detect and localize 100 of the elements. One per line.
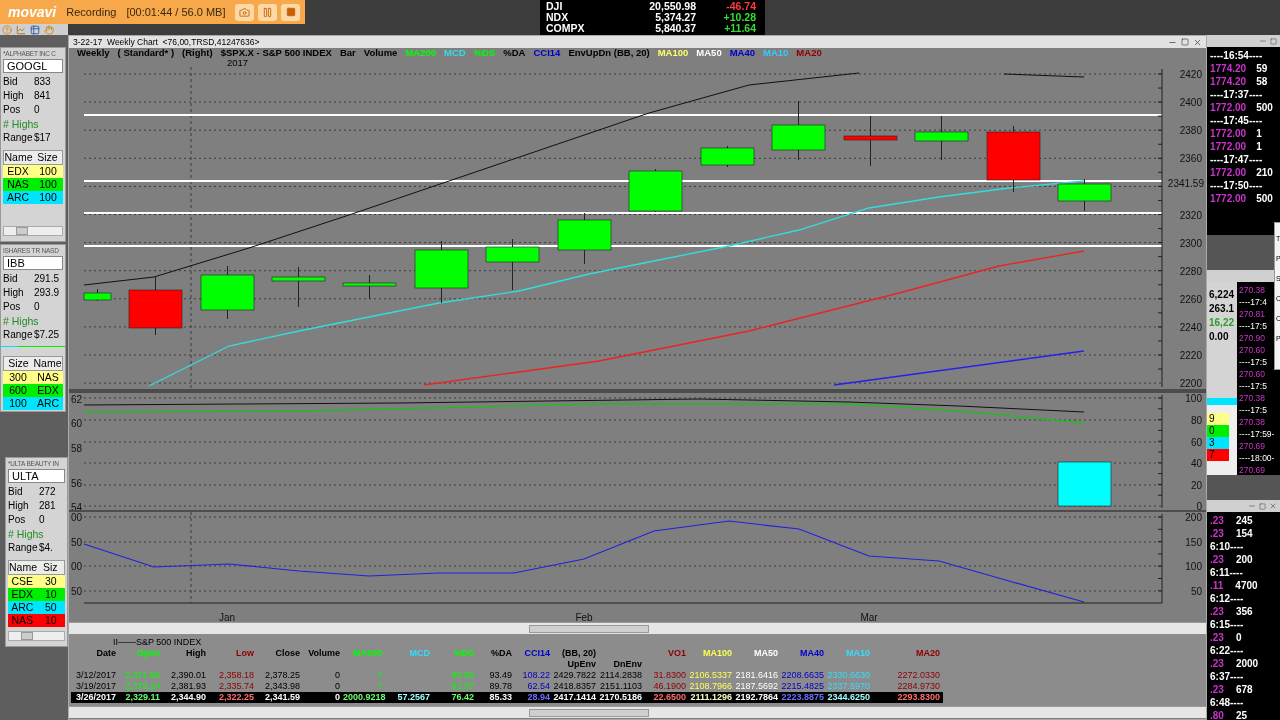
- field-value: 16,22: [1208, 316, 1236, 330]
- book-row[interactable]: CSE 30: [8, 575, 65, 588]
- table-row[interactable]: 3/26/2017 2,329.11 2,344.90 2,322.25 2,341.59 0 2000.9218 57.2567 76.42 85.33 28.94 2417.1414 2170.5186 22.6500 2111.1296 2192.7864 2223.8875 2344.6250 2293.8300: [71, 692, 943, 703]
- table-cell-text: 3/19/2017: [74, 681, 117, 692]
- window-title: 3-22-17 Weekly Chart <76,00,TRSD,41247636>: [73, 37, 260, 47]
- trade-size: 1: [1256, 127, 1262, 140]
- maximize-icon[interactable]: [1181, 37, 1189, 46]
- candlestick: [83, 288, 112, 302]
- table-cell-text: NAS: [36, 371, 60, 384]
- table-cell-text: 46.1900: [652, 681, 687, 692]
- table-cell-text: 100: [38, 165, 58, 178]
- book-row[interactable]: ARC 100: [3, 191, 63, 204]
- field-value: $7.25: [34, 328, 61, 342]
- scrollbar[interactable]: [3, 226, 63, 236]
- highs-label: # Highs: [8, 527, 45, 541]
- trade-size: 678: [1235, 683, 1253, 696]
- screenshot-button[interactable]: [235, 3, 255, 21]
- scrollbar[interactable]: [69, 706, 1206, 718]
- table-icon[interactable]: [30, 24, 40, 35]
- book-row[interactable]: 600 EDX: [3, 384, 63, 397]
- axis-label: 2400: [1179, 97, 1202, 109]
- column-header: Low: [235, 648, 255, 659]
- book-row[interactable]: 9: [1207, 413, 1229, 425]
- trade-price: 270.38: [1239, 416, 1265, 428]
- legend-item: MCD: [444, 48, 466, 58]
- table-cell-text: 2208.6635: [781, 670, 825, 681]
- table-title: II——S&P 500 INDEX: [112, 637, 203, 648]
- table-cell-text: ARC: [35, 397, 61, 410]
- table-cell-text: 2,343.98: [263, 681, 301, 692]
- book-row[interactable]: 3: [1207, 437, 1229, 449]
- book-row[interactable]: NAS 10: [8, 614, 65, 627]
- time-separator: ----17:59-: [1239, 428, 1275, 440]
- help-icon[interactable]: [2, 24, 12, 35]
- scrollbar[interactable]: [69, 622, 1206, 634]
- candlestick: [128, 276, 183, 336]
- time-separator: 6:11----: [1210, 566, 1243, 579]
- book-row[interactable]: EDX 100: [3, 165, 63, 178]
- table-cell-text: 30: [43, 575, 58, 588]
- field-label: High: [8, 499, 30, 513]
- trade-price: 1772.00: [1210, 101, 1247, 114]
- candlestick: [700, 145, 755, 168]
- pause-button[interactable]: [258, 3, 278, 21]
- axis-label: 40: [1190, 458, 1202, 469]
- stop-button[interactable]: [281, 3, 301, 21]
- symbol-field[interactable]: GOOGL: [3, 59, 63, 73]
- table-cell-text: 10: [43, 614, 58, 627]
- book-row[interactable]: EDX 10: [8, 588, 65, 601]
- field-label: Pos: [3, 103, 22, 117]
- chart-icon[interactable]: [16, 24, 26, 35]
- table-cell-text: 2187.5692: [735, 681, 779, 692]
- close-icon[interactable]: [1193, 37, 1202, 47]
- column-header: DnEnv: [612, 659, 643, 670]
- legend-item: Bar: [339, 48, 356, 58]
- book-row[interactable]: 100 ARC: [3, 397, 63, 410]
- table-cell-text: 2418.8357: [553, 681, 597, 692]
- table-cell-text: 2,378.24: [123, 681, 161, 692]
- highs-label: # Highs: [3, 314, 40, 328]
- axis-label: 2420: [1179, 69, 1202, 80]
- field-label: Pos: [8, 513, 27, 527]
- table-row[interactable]: 3/19/2017 2,378.24 2,381.93 2,335.74 2,343.98 0 ? 82.37 89.78 62.54 2418.8357 2151.1103 46.1900 2108.7966 2187.5692 2215.4825 2337.5970 2284.9730: [71, 681, 943, 692]
- table-cell-text: 2108.7966: [689, 681, 733, 692]
- field-label: High: [3, 286, 25, 300]
- table-cell-text: 2429.7822: [553, 670, 597, 681]
- table-cell-text: 2330.6630: [827, 670, 871, 681]
- table-cell-text: ARC: [5, 191, 31, 204]
- trade-price: .80: [1210, 709, 1224, 720]
- symbol-field[interactable]: ULTA: [8, 469, 65, 483]
- close-icon[interactable]: [1269, 502, 1277, 510]
- trade-price: 270.81: [1239, 308, 1265, 320]
- trade-price: .23: [1210, 514, 1224, 527]
- table-cell-text: 93.49: [488, 670, 513, 681]
- stop-icon: [285, 7, 296, 17]
- time-separator: ----17:5: [1239, 404, 1267, 416]
- maximize-icon[interactable]: [1270, 37, 1277, 45]
- table-cell-text: 2181.6416: [735, 670, 779, 681]
- column-header: VO1: [667, 648, 687, 659]
- axis-label: 60: [1190, 437, 1202, 448]
- book-row[interactable]: ARC 50: [8, 601, 65, 614]
- trade-price: .11: [1210, 579, 1224, 592]
- field-value: 841: [34, 89, 52, 103]
- symbol-field[interactable]: IBB: [3, 256, 63, 270]
- column-header: MA20: [915, 648, 941, 659]
- time-separator: ----17:5: [1239, 380, 1267, 392]
- book-row[interactable]: NAS 100: [3, 178, 63, 191]
- candlestick: [485, 238, 540, 291]
- maximize-icon[interactable]: [1259, 502, 1266, 510]
- legend-item: %DS: [473, 48, 496, 58]
- column-header: MA40: [799, 648, 825, 659]
- hand-icon[interactable]: [44, 24, 54, 35]
- legend-item: ( Standard* ): [117, 48, 175, 58]
- legend-item: EnvUpDn (BB, 20): [568, 48, 650, 58]
- table-row[interactable]: 3/12/2017 2,371.56 2,390.01 2,358.18 2,378.25 0 ? 90.59 93.49 108.22 2429.7822 2114.2838 31.8300 2106.5337 2181.6416 2208.6635 2330.6630 2272.0330: [71, 670, 943, 681]
- column-header: Size: [36, 151, 59, 164]
- book-row[interactable]: 0: [1207, 425, 1229, 437]
- book-row[interactable]: 300 NAS: [3, 371, 63, 384]
- scrollbar[interactable]: [8, 631, 65, 641]
- axis-label: 2320: [1179, 209, 1202, 221]
- field-value: 0: [39, 513, 46, 527]
- time-separator: ----17:5: [1239, 356, 1267, 368]
- book-row[interactable]: 7: [1207, 449, 1229, 461]
